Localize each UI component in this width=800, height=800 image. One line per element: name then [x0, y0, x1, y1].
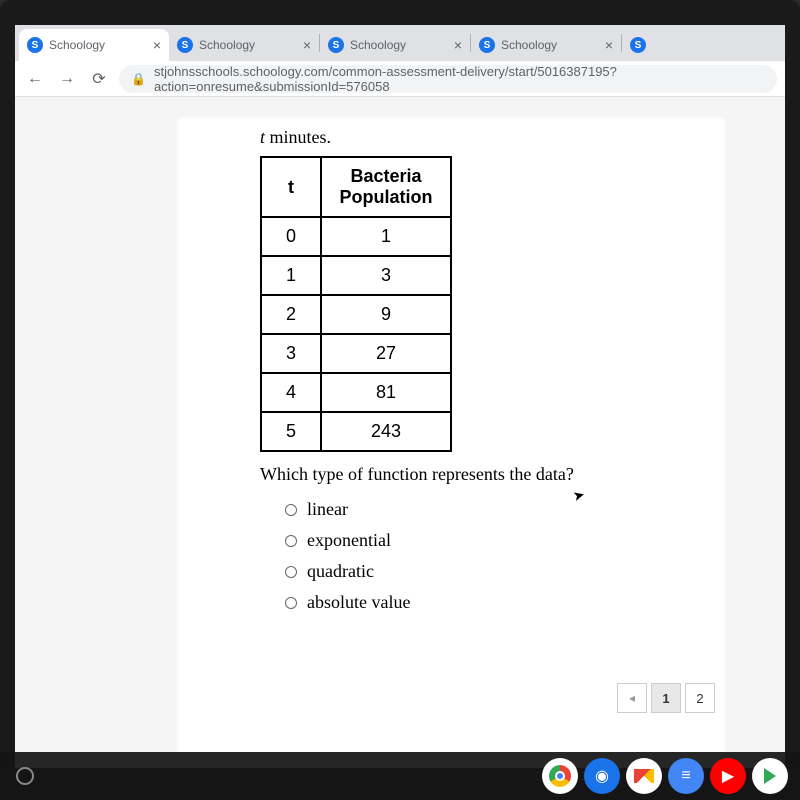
tab-title: Schoology	[199, 38, 297, 52]
browser-tab[interactable]: S Schoology ×	[19, 29, 169, 61]
tab-title: Schoology	[350, 38, 448, 52]
toolbar: ← → ⟳ 🔒 stjohnsschools.schoology.com/com…	[15, 61, 785, 97]
option-quadratic[interactable]: quadratic	[285, 561, 695, 582]
playstore-app-icon[interactable]	[752, 758, 788, 794]
schoology-icon: S	[328, 37, 344, 53]
schoology-icon: S	[479, 37, 495, 53]
chrome-app-icon[interactable]	[542, 758, 578, 794]
table-row: 01	[261, 217, 451, 256]
table-header: Bacteria Population	[321, 157, 451, 217]
table-row: 481	[261, 373, 451, 412]
tab-title: Schoology	[49, 38, 147, 52]
browser-tab[interactable]: S Schoology ×	[471, 29, 621, 61]
schoology-icon: S	[630, 37, 646, 53]
pager-page-2[interactable]: 2	[685, 683, 715, 713]
close-icon[interactable]: ×	[454, 37, 462, 53]
table-row: 13	[261, 256, 451, 295]
laptop-frame: S Schoology × S Schoology × S Schoology …	[0, 0, 800, 768]
address-bar[interactable]: 🔒 stjohnsschools.schoology.com/common-as…	[119, 65, 777, 93]
question-prompt: Which type of function represents the da…	[260, 464, 695, 485]
chromeos-shelf: ◉ ≡ ▶	[0, 752, 800, 800]
lock-icon: 🔒	[131, 72, 146, 86]
pagination: ◂ 1 2	[617, 683, 715, 713]
launcher-icon[interactable]	[16, 767, 34, 785]
content-area: t minutes. t Bacteria Population 01 13 2…	[15, 97, 785, 768]
url-text: stjohnsschools.schoology.com/common-asse…	[154, 64, 765, 94]
reload-button[interactable]: ⟳	[87, 67, 111, 91]
option-label: linear	[307, 499, 348, 520]
tab-bar: S Schoology × S Schoology × S Schoology …	[15, 25, 785, 61]
mouse-cursor-icon: ➤	[571, 486, 587, 505]
pager-prev-button[interactable]: ◂	[617, 683, 647, 713]
gmail-app-icon[interactable]	[626, 758, 662, 794]
radio-icon	[285, 535, 297, 547]
heading-suffix: minutes.	[265, 127, 331, 147]
browser-tab[interactable]: S Schoology ×	[169, 29, 319, 61]
forward-button[interactable]: →	[55, 67, 79, 91]
option-absolute-value[interactable]: absolute value	[285, 592, 695, 613]
option-label: absolute value	[307, 592, 410, 613]
option-label: exponential	[307, 530, 391, 551]
table-row: 29	[261, 295, 451, 334]
assessment-page: t minutes. t Bacteria Population 01 13 2…	[175, 117, 725, 768]
files-app-icon[interactable]: ◉	[584, 758, 620, 794]
table-row: 327	[261, 334, 451, 373]
data-table: t Bacteria Population 01 13 29 327 481 5…	[260, 156, 452, 452]
browser-tab-partial[interactable]: S	[622, 29, 652, 61]
radio-icon	[285, 597, 297, 609]
option-linear[interactable]: linear	[285, 499, 695, 520]
table-header-row: t Bacteria Population	[261, 157, 451, 217]
schoology-icon: S	[27, 37, 43, 53]
close-icon[interactable]: ×	[605, 37, 613, 53]
youtube-app-icon[interactable]: ▶	[710, 758, 746, 794]
close-icon[interactable]: ×	[303, 37, 311, 53]
question-context: t minutes.	[260, 127, 695, 148]
close-icon[interactable]: ×	[153, 37, 161, 53]
table-row: 5243	[261, 412, 451, 451]
table-header: t	[261, 157, 321, 217]
browser-window: S Schoology × S Schoology × S Schoology …	[15, 25, 785, 768]
browser-tab[interactable]: S Schoology ×	[320, 29, 470, 61]
option-exponential[interactable]: exponential	[285, 530, 695, 551]
docs-app-icon[interactable]: ≡	[668, 758, 704, 794]
radio-icon	[285, 504, 297, 516]
back-button[interactable]: ←	[23, 67, 47, 91]
radio-icon	[285, 566, 297, 578]
option-label: quadratic	[307, 561, 374, 582]
tab-title: Schoology	[501, 38, 599, 52]
answer-options: linear exponential quadratic absolute va…	[285, 499, 695, 613]
schoology-icon: S	[177, 37, 193, 53]
pager-page-1[interactable]: 1	[651, 683, 681, 713]
